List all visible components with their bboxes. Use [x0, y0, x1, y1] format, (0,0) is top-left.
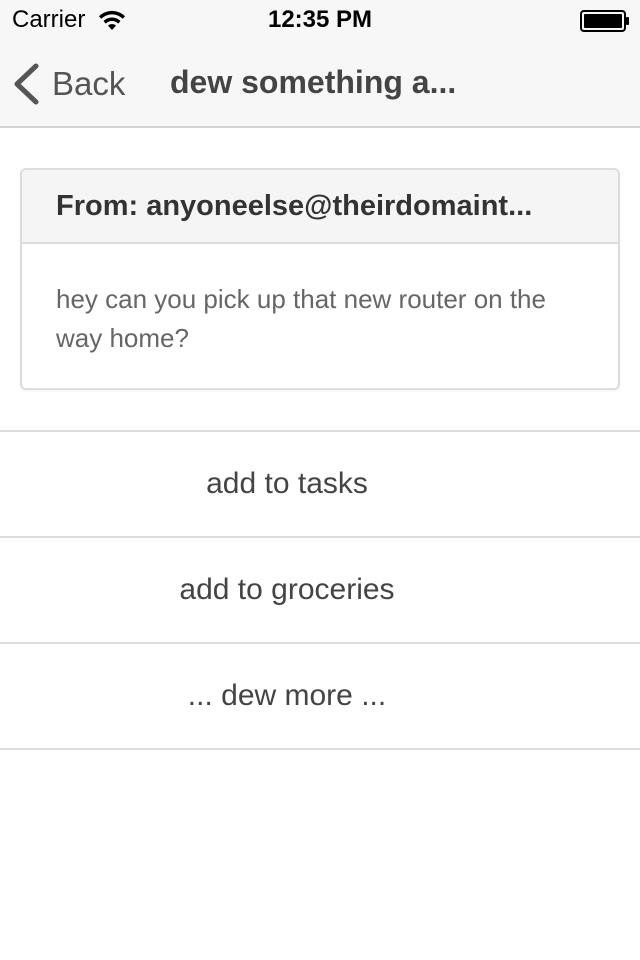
- message-body: hey can you pick up that new router on t…: [56, 284, 546, 353]
- action-list: add to tasks add to groceries ... dew mo…: [0, 430, 640, 750]
- dew-more-button[interactable]: ... dew more ...: [0, 644, 640, 750]
- chevron-left-icon: [14, 63, 39, 105]
- message-sender: From: anyoneelse@theirdomaint...: [56, 190, 533, 222]
- message-header: From: anyoneelse@theirdomaint...: [22, 170, 618, 244]
- back-button[interactable]: Back: [12, 60, 125, 108]
- back-label: Back: [52, 65, 126, 102]
- message-card: From: anyoneelse@theirdomaint... hey can…: [20, 168, 620, 390]
- status-time: 12:35 PM: [267, 6, 373, 33]
- status-bar: Carrier 12:35 PM: [0, 0, 640, 40]
- add-to-groceries-button[interactable]: add to groceries: [0, 538, 640, 644]
- add-to-tasks-button[interactable]: add to tasks: [0, 432, 640, 538]
- battery-icon: [580, 10, 629, 32]
- navigation-bar: Back dew something a...: [0, 40, 640, 128]
- page-title: dew something a...: [170, 64, 457, 100]
